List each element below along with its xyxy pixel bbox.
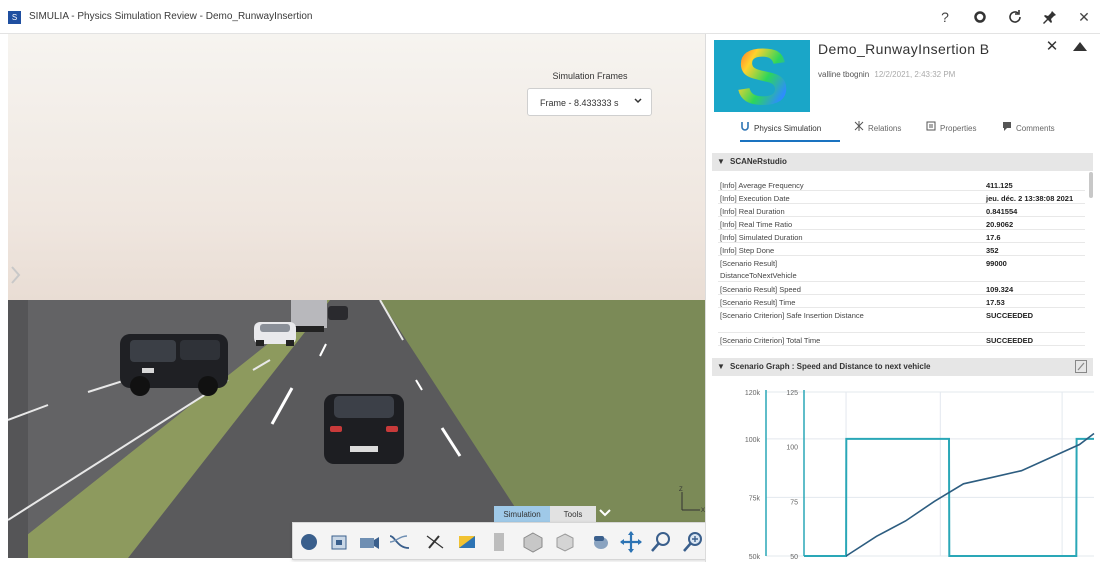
svg-text:Z: Z — [679, 487, 683, 493]
left-tick-label: 120k — [745, 390, 761, 397]
tab-simulation[interactable]: Simulation — [494, 506, 550, 523]
document-title: Demo_RunwayInsertion B — [818, 41, 990, 57]
right-tick-label: 125 — [786, 390, 798, 397]
table-row: [Scenario Criterion] Safe Insertion Dist… — [718, 308, 1085, 333]
left-tick-label: 100k — [745, 437, 761, 444]
frame-value: Frame - 8.433333 s — [540, 98, 619, 108]
zoom-icon[interactable] — [681, 530, 705, 554]
pin-icon[interactable] — [1039, 6, 1061, 28]
right-tick-label: 75 — [790, 499, 798, 506]
table-row: [Info] Execution Date jeu. déc. 2 13:38:0… — [718, 191, 1085, 204]
tab-comments[interactable]: Comments — [1002, 120, 1055, 142]
section-title: SCANeRstudio — [730, 157, 787, 166]
table-row: [Scenario Result] Time 17.53 — [718, 295, 1085, 308]
tab-relations[interactable]: Relations — [854, 120, 901, 142]
table-row: [Info] Real Duration 0.841554 — [718, 204, 1085, 217]
collapse-triangle-icon: ▼ — [717, 362, 725, 371]
hand-icon[interactable] — [589, 530, 613, 554]
curve-icon[interactable] — [387, 530, 411, 554]
model-icon[interactable] — [327, 530, 351, 554]
simulation-frames-label: Simulation Frames — [552, 71, 628, 81]
right-tick-label: 100 — [786, 445, 798, 452]
expand-left-panel-icon[interactable] — [8, 260, 24, 290]
tab-tools[interactable]: Tools — [550, 506, 596, 523]
close-panel-icon[interactable]: ✕ — [1042, 37, 1062, 57]
zoom-area-icon[interactable] — [649, 530, 673, 554]
table-row: [Scenario Result] DistanceToNextVehicle 9… — [718, 256, 1085, 282]
dark-car-far — [328, 306, 348, 320]
properties-icon — [926, 120, 936, 136]
modified-date: 12/2/2021, 2:43:32 PM — [874, 70, 956, 79]
window-title: SIMULIA - Physics Simulation Review - De… — [29, 11, 313, 22]
info-table: [Info] Average Frequency 411.125 [Info] E… — [718, 178, 1085, 346]
left-tick-label: 50k — [749, 554, 761, 561]
axis-gizmo-icon: Z X — [679, 487, 705, 514]
owner-name[interactable]: valline tbognin — [818, 70, 869, 79]
chevron-down-icon — [633, 96, 643, 109]
physics-icon — [740, 120, 750, 136]
table-row: [Scenario Criterion] Total Time SUCCEEDED — [718, 333, 1085, 346]
app-logo-icon: S — [8, 11, 21, 24]
comments-icon — [1002, 120, 1012, 136]
play-icon[interactable] — [297, 530, 321, 554]
section-scenario-graph-header[interactable]: ▼ Scenario Graph : Speed and Distance to… — [712, 358, 1093, 376]
assembly-icon[interactable] — [521, 530, 545, 554]
section-title: Scenario Graph : Speed and Distance to n… — [730, 362, 931, 371]
panel-tabs: Physics Simulation Relations Properties … — [706, 120, 1100, 142]
3d-viewport[interactable]: Simulation Frames Frame - 8.433333 s Z X — [8, 34, 705, 558]
camera-icon[interactable] — [357, 530, 381, 554]
pen-off-icon[interactable] — [423, 530, 447, 554]
color-icon[interactable] — [455, 530, 479, 554]
details-panel: S Demo_RunwayInsertion B valline tbognin… — [705, 34, 1100, 562]
move-icon[interactable] — [619, 530, 643, 554]
refresh-icon[interactable] — [1004, 6, 1026, 28]
scrollbar-thumb[interactable] — [1089, 172, 1093, 198]
collapse-triangle-icon: ▼ — [717, 157, 725, 166]
table-row: [Info] Step Done 352 — [718, 243, 1085, 256]
table-row: [Info] Simulated Duration 17.6 — [718, 230, 1085, 243]
document-thumbnail: S — [714, 40, 810, 112]
parts-icon[interactable] — [553, 530, 577, 554]
left-tick-label: 75k — [749, 495, 761, 502]
tab-physics-simulation[interactable]: Physics Simulation — [740, 120, 840, 142]
section-scanerstudio-header[interactable]: ▼ SCANeRstudio — [712, 153, 1093, 171]
black-van — [120, 334, 228, 396]
close-icon[interactable]: ✕ — [1073, 6, 1095, 28]
tab-properties[interactable]: Properties — [926, 120, 976, 142]
left-dark-ground — [8, 300, 28, 558]
svg-text:S: S — [736, 40, 789, 112]
help-icon[interactable]: ? — [934, 6, 956, 28]
truck — [291, 300, 327, 332]
table-row: [Info] Average Frequency 411.125 — [718, 178, 1085, 191]
speed-series-line — [845, 432, 1095, 557]
scenario-graph: 120k 100k 75k 50k 125 100 75 50 — [745, 390, 1095, 561]
document-owner: valline tbognin 12/2/2021, 2:43:32 PM — [818, 70, 955, 79]
record-icon[interactable] — [969, 6, 991, 28]
white-car — [254, 322, 296, 346]
relations-icon — [854, 120, 864, 136]
chevron-down-icon[interactable] — [597, 505, 613, 523]
collapse-panel-icon[interactable] — [1070, 37, 1090, 57]
frame-select[interactable]: Frame - 8.433333 s — [527, 88, 652, 116]
black-car-front — [324, 394, 404, 464]
section-icon[interactable] — [487, 530, 511, 554]
edit-graph-icon[interactable] — [1075, 360, 1087, 373]
table-row: [Info] Real Time Ratio 20.9062 — [718, 217, 1085, 230]
title-bar: S SIMULIA - Physics Simulation Review - … — [0, 0, 1100, 34]
table-row: [Scenario Result] Speed 109.324 — [718, 282, 1085, 295]
right-tick-label: 50 — [790, 554, 798, 561]
